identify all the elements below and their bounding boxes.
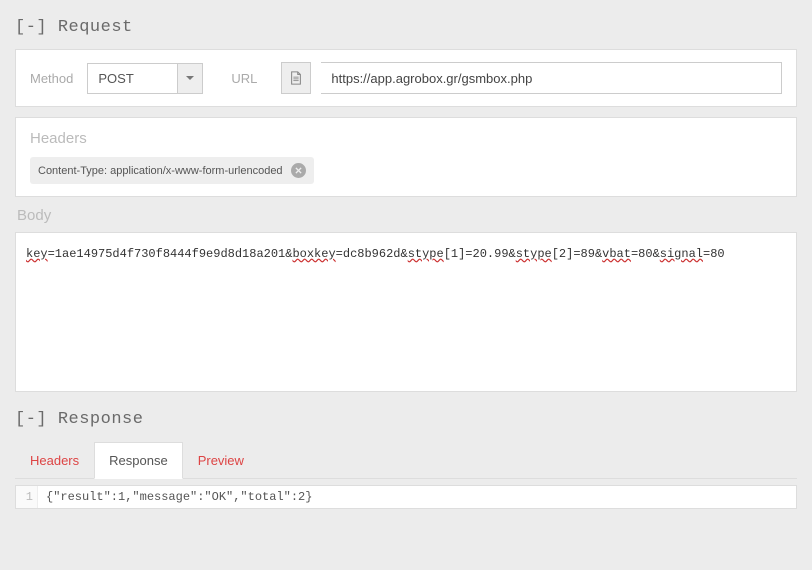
- headers-title: Headers: [30, 130, 782, 147]
- body-text: [1]=20.99&: [444, 247, 516, 261]
- method-select[interactable]: [87, 63, 203, 94]
- headers-panel: Headers Content-Type: application/x-www-…: [15, 117, 797, 197]
- url-label: URL: [231, 71, 257, 86]
- tab-response[interactable]: Response: [94, 442, 183, 479]
- tab-preview[interactable]: Preview: [183, 442, 259, 479]
- method-input[interactable]: [87, 63, 177, 94]
- body-key: vbat: [602, 247, 631, 261]
- header-chip[interactable]: Content-Type: application/x-www-form-url…: [30, 157, 314, 184]
- body-text: =80&: [631, 247, 660, 261]
- request-method-panel: Method URL: [15, 49, 797, 107]
- close-icon[interactable]: [291, 163, 306, 178]
- body-title: Body: [17, 207, 797, 224]
- body-text: =80: [703, 247, 725, 261]
- chevron-down-icon[interactable]: [177, 63, 203, 94]
- collapse-toggle[interactable]: [-]: [15, 410, 47, 429]
- response-code-panel: 1 {"result":1,"message":"OK","total":2}: [15, 485, 797, 509]
- body-text: =1ae14975d4f730f8444f9e9d8d18a201&: [48, 247, 293, 261]
- collapse-toggle[interactable]: [-]: [15, 18, 47, 37]
- request-title: Request: [58, 18, 133, 37]
- body-key: stype: [516, 247, 552, 261]
- body-text: [2]=89&: [552, 247, 602, 261]
- request-section-title: [-] Request: [15, 18, 797, 37]
- line-number: 1: [16, 486, 38, 508]
- url-input[interactable]: [321, 62, 782, 94]
- body-key: boxkey: [292, 247, 335, 261]
- response-section-title: [-] Response: [15, 410, 797, 429]
- response-code[interactable]: {"result":1,"message":"OK","total":2}: [38, 486, 320, 508]
- body-key: stype: [408, 247, 444, 261]
- body-text: =dc8b962d&: [336, 247, 408, 261]
- body-textarea[interactable]: key=1ae14975d4f730f8444f9e9d8d18a201&box…: [15, 232, 797, 392]
- method-label: Method: [30, 71, 73, 86]
- response-tabs: HeadersResponsePreview: [15, 441, 797, 479]
- header-chip-text: Content-Type: application/x-www-form-url…: [38, 165, 283, 177]
- body-key: signal: [660, 247, 703, 261]
- document-icon[interactable]: [281, 62, 311, 94]
- body-key: key: [26, 247, 48, 261]
- response-title: Response: [58, 410, 144, 429]
- tab-headers[interactable]: Headers: [15, 442, 94, 479]
